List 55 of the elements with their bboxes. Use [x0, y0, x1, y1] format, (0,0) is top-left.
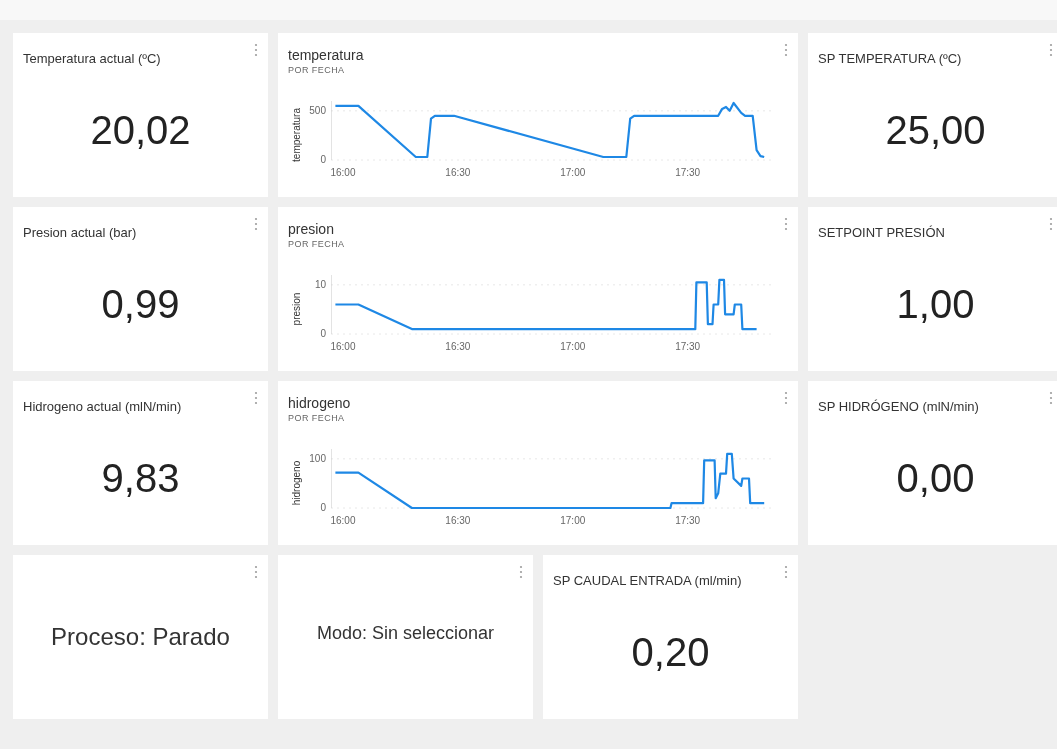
x-tick-label: 17:00: [560, 340, 586, 352]
y-tick-label: 100: [309, 452, 326, 464]
x-tick-label: 16:30: [445, 340, 471, 352]
y-tick-label: 0: [320, 153, 326, 165]
x-tick-label: 17:30: [675, 166, 701, 178]
metric-value: 25,00: [885, 106, 986, 154]
card-title: Temperatura actual (ºC): [23, 50, 161, 68]
chart-subtitle: POR FECHA: [288, 238, 345, 250]
more-options-icon[interactable]: [519, 565, 523, 579]
card-title: Hidrogeno actual (mlN/min): [23, 398, 182, 416]
x-tick-label: 16:00: [330, 340, 356, 352]
x-tick-label: 17:00: [560, 514, 586, 526]
y-axis-label: presion: [291, 292, 302, 326]
mode-status: Modo: Sin seleccionar: [316, 621, 495, 645]
more-options-icon[interactable]: [1049, 391, 1053, 405]
metric-value: 20,02: [90, 106, 191, 154]
y-axis-label: temperatura: [291, 107, 302, 162]
metric-value: 9,83: [101, 454, 180, 502]
metric-value: 0,20: [631, 628, 710, 676]
chart-title: presion: [288, 221, 334, 239]
chart-title: hidrogeno: [288, 395, 351, 413]
card-title: Presion actual (bar): [23, 224, 137, 242]
process-status: Proceso: Parado: [51, 622, 230, 652]
metric-value: 1,00: [896, 280, 975, 328]
more-options-icon[interactable]: [784, 391, 788, 405]
more-options-icon[interactable]: [254, 217, 258, 231]
card-title: SETPOINT PRESIÓN: [818, 224, 945, 242]
metric-value: 0,99: [101, 280, 180, 328]
metric-value: 0,00: [896, 454, 975, 502]
chart-title: temperatura: [288, 47, 364, 65]
x-tick-label: 16:30: [445, 514, 471, 526]
more-options-icon[interactable]: [784, 217, 788, 231]
x-tick-label: 16:30: [445, 166, 471, 178]
x-tick-label: 16:00: [330, 166, 356, 178]
y-tick-label: 0: [320, 501, 326, 513]
more-options-icon[interactable]: [1049, 217, 1053, 231]
x-tick-label: 16:00: [330, 514, 356, 526]
more-options-icon[interactable]: [784, 565, 788, 579]
y-tick-label: 500: [309, 104, 326, 116]
more-options-icon[interactable]: [784, 43, 788, 57]
more-options-icon[interactable]: [254, 565, 258, 579]
card-title: SP CAUDAL ENTRADA (ml/min): [553, 572, 742, 590]
more-options-icon[interactable]: [1049, 43, 1053, 57]
x-tick-label: 17:30: [675, 340, 701, 352]
y-axis-label: hidrogeno: [291, 460, 302, 505]
card-title: SP TEMPERATURA (ºC): [818, 50, 962, 68]
chart-subtitle: POR FECHA: [288, 412, 345, 424]
chart-subtitle: POR FECHA: [288, 64, 345, 76]
more-options-icon[interactable]: [254, 391, 258, 405]
x-tick-label: 17:00: [560, 166, 586, 178]
y-tick-label: 0: [320, 327, 326, 339]
y-tick-label: 10: [314, 278, 326, 290]
x-tick-label: 17:30: [675, 514, 701, 526]
more-options-icon[interactable]: [254, 43, 258, 57]
card-title: SP HIDRÓGENO (mlN/min): [818, 398, 979, 416]
